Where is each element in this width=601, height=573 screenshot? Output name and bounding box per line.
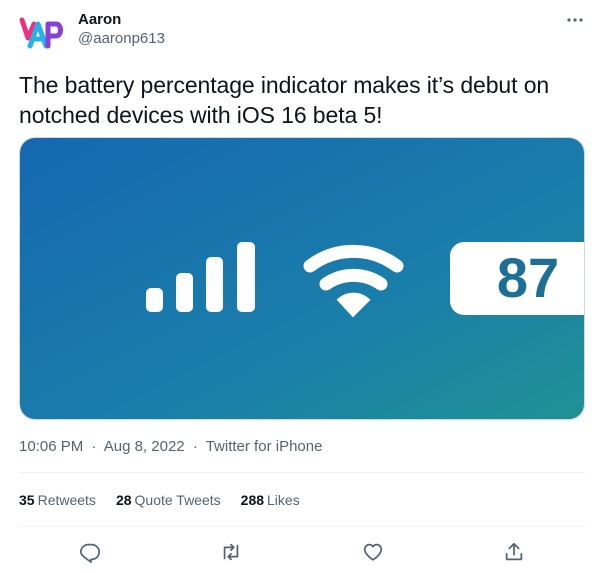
quote-tweets-stat[interactable]: 28 Quote Tweets [116, 490, 221, 510]
tweet-meta: 10:06 PM · Aug 8, 2022 · Twitter for iPh… [19, 437, 322, 457]
reply-button[interactable] [75, 537, 105, 567]
retweets-label: Retweets [37, 492, 96, 508]
tweet-stats: 35 Retweets 28 Quote Tweets 288 Likes [19, 490, 300, 510]
tweet-media-image[interactable]: 87 [19, 137, 585, 420]
like-button[interactable] [358, 537, 388, 567]
retweet-icon [223, 543, 239, 561]
more-options-button[interactable] [563, 8, 587, 32]
tweet-actions [0, 537, 601, 567]
likes-count: 288 [240, 492, 265, 508]
meta-separator: · [91, 438, 97, 455]
meta-separator: · [192, 438, 198, 455]
battery-indicator: 87 [450, 242, 584, 315]
retweets-count: 35 [19, 492, 35, 508]
divider [19, 472, 585, 473]
retweet-button[interactable] [216, 537, 246, 567]
avatar[interactable] [18, 10, 66, 58]
reply-icon [79, 543, 101, 563]
likes-stat[interactable]: 288 Likes [241, 490, 300, 510]
quote-tweets-count: 28 [115, 492, 132, 508]
share-button[interactable] [499, 537, 529, 567]
heart-icon [363, 543, 383, 561]
more-horizontal-icon [567, 18, 583, 22]
avatar-logo-icon [19, 17, 63, 49]
retweets-stat[interactable]: 35 Retweets [19, 490, 96, 510]
tweet-time[interactable]: 10:06 PM [19, 438, 83, 455]
tweet-date[interactable]: Aug 8, 2022 [104, 438, 185, 455]
tweet-text: The battery percentage indicator makes i… [19, 72, 550, 128]
author-name[interactable]: Aaron [78, 11, 121, 29]
tweet: Aaron @aaronp613 The battery percentage … [0, 0, 601, 573]
battery-percentage: 87 [497, 246, 559, 309]
author-handle[interactable]: @aaronp613 [78, 30, 165, 48]
quote-tweets-label: Quote Tweets [134, 492, 221, 508]
tweet-source[interactable]: Twitter for iPhone [206, 438, 323, 455]
share-icon [505, 542, 523, 561]
divider [19, 526, 585, 527]
likes-label: Likes [267, 492, 300, 508]
